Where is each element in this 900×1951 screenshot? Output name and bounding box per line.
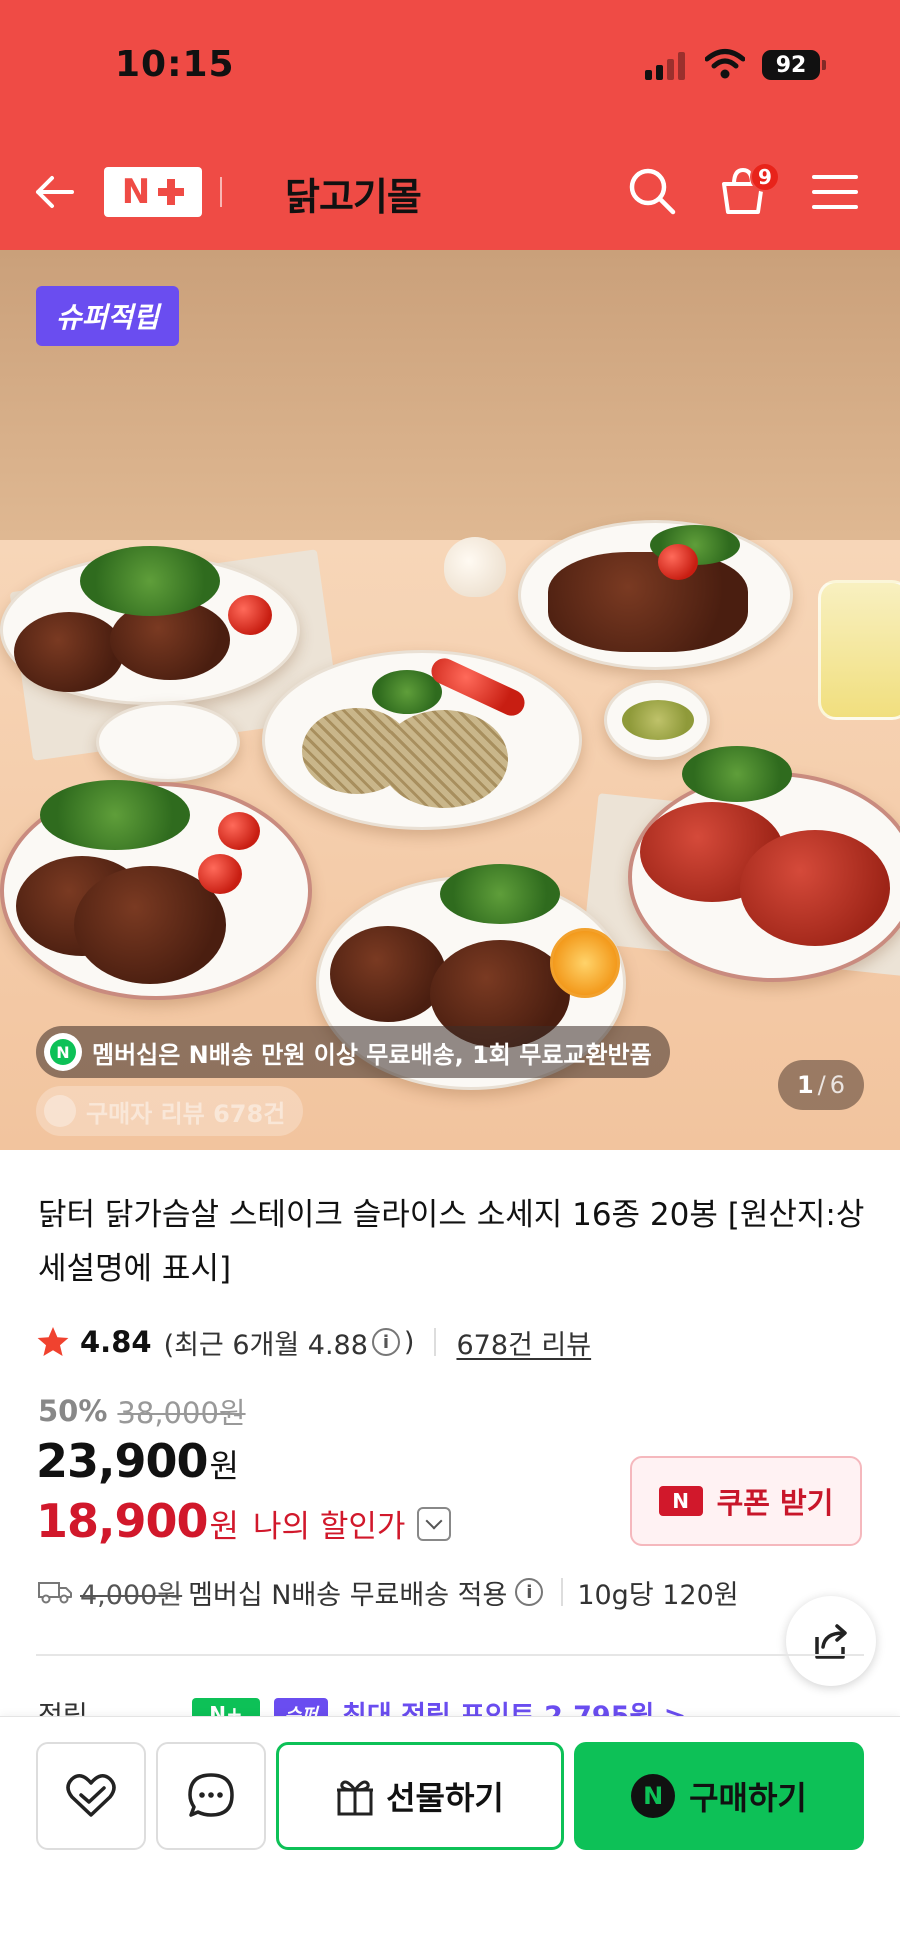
buyer-review-text: 구매자 리뷰 678건 — [86, 1099, 286, 1128]
my-price-label: 나의 할인가 — [252, 1509, 406, 1545]
sale-price-unit: 원 — [209, 1447, 239, 1485]
pickle-image — [622, 700, 694, 740]
info-icon[interactable]: i — [371, 1328, 400, 1356]
chicken-steak-image — [380, 710, 508, 808]
my-price-value: 18,900 — [36, 1494, 209, 1548]
get-coupon-button[interactable]: N 쿠폰 받기 — [630, 1456, 862, 1546]
steak-image — [330, 926, 446, 1022]
shipping-text: 멤버십 N배송 무료배송 적용 — [188, 1579, 508, 1611]
naver-pay-icon: N — [631, 1774, 676, 1818]
chat-bubble-icon — [188, 1773, 234, 1817]
pager-current: 1 — [796, 1071, 814, 1099]
tomato-image — [198, 854, 242, 894]
naver-n-icon: N — [44, 1033, 82, 1071]
salad-image — [40, 780, 190, 850]
header-divider — [220, 177, 222, 207]
back-arrow-icon[interactable] — [32, 170, 76, 214]
recent-rating-close: ) — [403, 1326, 415, 1358]
orange-slice-image — [550, 928, 620, 998]
steak-image — [14, 612, 124, 692]
salad-image — [80, 546, 220, 616]
super-reward-badge: 슈퍼적립 — [36, 286, 180, 346]
membership-banner[interactable]: N 멤버십은 N배송 만원 이상 무료배송, 1회 무료교환반품 — [36, 1026, 670, 1078]
shipping-original-fee: 4,000원 — [80, 1579, 183, 1611]
product-title: 닭터 닭가슴살 스테이크 슬라이스 소세지 16종 20봉 [원산지:상세설명에… — [38, 1197, 865, 1287]
original-price: 38,000원 — [117, 1396, 246, 1430]
battery-indicator: 92 — [762, 50, 826, 80]
spicy-steak-image — [740, 830, 890, 946]
juice-glass-image — [818, 580, 900, 720]
buy-button[interactable]: N 구매하기 — [574, 1742, 864, 1850]
review-count-link[interactable]: 678건 리뷰 — [456, 1323, 591, 1362]
chevron-down-icon[interactable] — [417, 1507, 452, 1541]
wifi-icon — [705, 49, 745, 79]
cart-count-badge: 9 — [750, 162, 780, 192]
share-button[interactable] — [786, 1596, 876, 1686]
gift-icon — [337, 1780, 374, 1816]
sale-price-value: 23,900 — [36, 1434, 209, 1488]
membership-banner-text: 멤버십은 N배송 만원 이상 무료배송, 1회 무료교환반품 — [92, 1040, 652, 1069]
coupon-button-label: 쿠폰 받기 — [716, 1486, 834, 1520]
store-brand-logo[interactable]: 닭고기몰 — [285, 166, 422, 221]
status-time: 10:15 — [115, 44, 235, 85]
my-price-unit: 원 — [209, 1507, 239, 1545]
image-pager: 1/6 — [778, 1060, 864, 1110]
salad-image — [682, 746, 792, 802]
discount-row: 50% 38,000원 — [38, 1390, 246, 1432]
side-dish-image — [96, 702, 240, 782]
sprouts-image — [440, 864, 560, 924]
nplus-n-letter: N — [121, 172, 151, 212]
rating-row: 4.84 (최근 6개월 4.88 i ) 678건 리뷰 — [36, 1320, 591, 1364]
section-divider — [36, 1654, 864, 1656]
recent-rating: (최근 6개월 4.88 i ) — [164, 1323, 415, 1362]
tomato-image — [658, 544, 698, 580]
shipping-info-icon[interactable]: i — [515, 1578, 544, 1606]
signal-icon — [645, 52, 685, 80]
rating-value: 4.84 — [80, 1325, 152, 1359]
shipping-row: 4,000원 멤버십 N배송 무료배송 적용 i 10g당 120원 — [38, 1570, 739, 1614]
steak-image — [548, 552, 748, 652]
share-icon — [815, 1624, 847, 1659]
rating-divider — [434, 1328, 437, 1356]
buy-button-label: 구매하기 — [689, 1779, 807, 1817]
product-image-carousel[interactable] — [0, 250, 900, 1150]
unit-price: 10g당 120원 — [577, 1579, 739, 1611]
recent-rating-text: (최근 6개월 4.88 — [163, 1329, 368, 1361]
my-discount-price[interactable]: 18,900 원 나의 할인가 — [36, 1494, 452, 1548]
sale-price: 23,900 원 — [36, 1434, 239, 1488]
discount-percent: 50% — [38, 1394, 108, 1428]
search-icon[interactable] — [627, 166, 677, 216]
garlic-image — [444, 537, 506, 597]
pager-separator: / — [817, 1071, 826, 1099]
shipping-divider — [561, 1578, 564, 1606]
naver-coupon-icon: N — [658, 1486, 703, 1516]
tomato-image — [218, 812, 260, 850]
gift-button-label: 선물하기 — [386, 1779, 504, 1817]
pager-total: 6 — [829, 1071, 846, 1099]
buyer-review-chip[interactable]: 구매자 리뷰 678건 — [36, 1086, 304, 1136]
chat-button[interactable] — [156, 1742, 266, 1850]
shopping-bag-icon — [44, 1095, 76, 1127]
star-icon — [37, 1327, 69, 1356]
heart-check-icon — [66, 1774, 116, 1817]
tomato-image — [228, 595, 272, 635]
wishlist-button[interactable] — [36, 1742, 146, 1850]
plus-icon — [158, 179, 185, 205]
menu-icon[interactable] — [812, 172, 858, 212]
gift-button[interactable]: 선물하기 — [276, 1742, 564, 1850]
truck-icon — [38, 1582, 72, 1604]
nplus-logo[interactable]: N — [104, 167, 202, 217]
